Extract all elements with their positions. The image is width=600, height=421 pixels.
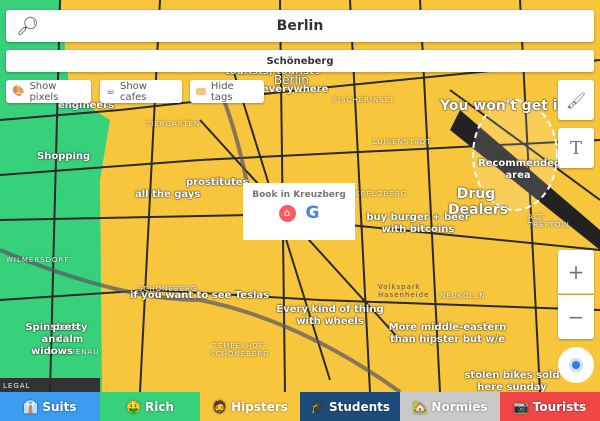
place-kreuzberg: KREUZBERG <box>355 190 408 198</box>
airbnb-icon[interactable]: ⌂ <box>278 205 296 222</box>
magnifier-icon: 🔎︎ <box>16 15 39 37</box>
tag-recommended: Recommended area <box>478 158 562 181</box>
show-pixels-label: Show pixels <box>29 80 59 103</box>
tag-prostitutes: prostitutes <box>186 177 249 188</box>
place-berlin: Berlin <box>274 73 309 87</box>
coffee-icon: ☕ <box>106 86 115 97</box>
search-bar[interactable]: 🔎︎ Berlin <box>6 10 594 42</box>
minus-icon: − <box>567 305 585 329</box>
grad-cap-icon: 🎓 <box>309 399 325 414</box>
suit-icon: 👔 <box>23 399 39 414</box>
place-wilmersdorf: WILMERSDORF <box>6 256 70 264</box>
popup-title: Book in Kreuzberg <box>252 190 346 200</box>
tab-label: Normies <box>431 399 488 414</box>
search-input[interactable]: Berlin <box>277 18 324 34</box>
place-alt-treptow: ALT-TREPTOW <box>528 213 570 229</box>
show-cafes-label: Show cafes <box>119 80 147 103</box>
place-neukoelln: NEUKÖLLN <box>440 292 486 300</box>
text-icon: T <box>569 137 582 159</box>
tag-pretty-calm: pretty calm <box>52 322 88 345</box>
tag-shopping: Shopping <box>37 151 91 162</box>
tab-label: Rich <box>144 399 174 414</box>
tab-label: Tourists <box>532 399 587 414</box>
pixels-icon: 🎨 <box>12 86 25 97</box>
tab-hipsters[interactable]: 🧔 Hipsters <box>200 392 300 421</box>
tag-bitcoins: buy burger + beer with bitcoins <box>366 212 470 235</box>
show-pixels-button[interactable]: 🎨 Show pixels <box>6 80 91 103</box>
place-hasenheide: Volkspark Hasenheide <box>378 283 430 299</box>
bearded-face-icon: 🧔 <box>212 399 228 414</box>
locate-button[interactable] <box>558 347 594 383</box>
hide-tags-button[interactable]: Hide tags <box>190 80 264 103</box>
tab-students[interactable]: 🎓 Students <box>300 392 400 421</box>
google-icon[interactable]: G <box>306 205 320 222</box>
brush-icon: 🖌 <box>565 90 587 110</box>
house-icon: 🏡 <box>412 399 428 414</box>
tab-label: Hipsters <box>231 399 288 414</box>
place-tiergarten: TIERGARTEN <box>146 120 201 128</box>
tab-normies[interactable]: 🏡 Normies <box>400 392 500 421</box>
tab-tourists[interactable]: 📷 Tourists <box>500 392 600 421</box>
tab-suits[interactable]: 👔 Suits <box>0 392 100 421</box>
district-name: Schöneberg <box>266 55 334 67</box>
tab-label: Students <box>328 399 391 414</box>
tab-label: Suits <box>42 399 77 414</box>
location-icon <box>569 358 583 372</box>
tab-rich[interactable]: 🤑 Rich <box>100 392 200 421</box>
camera-icon: 📷 <box>513 399 529 414</box>
tag-icon <box>196 88 206 95</box>
tag-stolen-bikes: stolen bikes sold here sunday <box>464 370 560 392</box>
plus-icon: + <box>567 259 585 284</box>
hide-tags-label: Hide tags <box>210 80 234 103</box>
tag-gays: all the gays <box>135 189 201 200</box>
district-header: Schöneberg <box>6 50 594 72</box>
place-luisenstadt: LUISENSTADT <box>373 138 432 146</box>
tag-wont-get-in: You won't get in <box>440 98 568 114</box>
tag-wheels: Every kind of thing with wheels <box>276 304 384 327</box>
money-face-icon: 🤑 <box>126 399 141 414</box>
booking-popup: Book in Kreuzberg ⌂ G <box>243 183 355 240</box>
legal-link[interactable]: LEGAL <box>3 382 30 390</box>
category-tabs: 👔 Suits 🤑 Rich 🧔 Hipsters 🎓 Students 🏡 Normie… <box>0 392 600 421</box>
tag-middle-eastern: More middle-eastern than hipster but w/e <box>388 322 507 345</box>
place-fischerinsel: FISCHERINSEL <box>333 96 396 104</box>
zoom-in-button[interactable]: + <box>558 250 594 294</box>
show-cafes-button[interactable]: ☕ Show cafes <box>100 80 182 103</box>
brush-button[interactable]: 🖌 <box>558 80 594 120</box>
tag-teslas: if you want to see Teslas <box>130 290 270 301</box>
zoom-out-button[interactable]: − <box>558 295 594 339</box>
place-tempelhof: TEMPELHOF-SCHÖNEBERG <box>210 342 270 358</box>
text-tool-button[interactable]: T <box>558 128 594 168</box>
